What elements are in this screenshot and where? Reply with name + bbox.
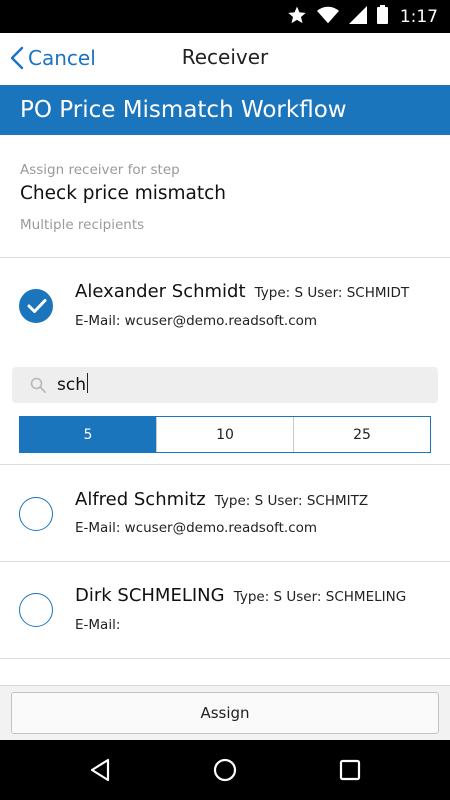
search-value: sch	[57, 375, 86, 395]
battery-icon	[376, 5, 388, 28]
search-value-wrap: sch	[57, 373, 89, 395]
multiple-recipients-label: Multiple recipients	[20, 217, 145, 233]
select-radio[interactable]	[19, 593, 53, 627]
status-time: 1:17	[399, 6, 438, 27]
assign-button[interactable]: Assign	[11, 692, 439, 734]
workflow-title: PO Price Mismatch Workflow	[0, 85, 450, 135]
user-meta: Type: S User: SCHMELING	[233, 589, 407, 605]
step-name: Check price mismatch	[20, 183, 227, 204]
assign-bar: Assign	[0, 685, 450, 740]
list-item[interactable]: Dirk SCHMELING Type: S User: SCHMELING E…	[0, 562, 450, 659]
wifi-icon	[316, 6, 339, 28]
user-email: E-Mail: wcuser@demo.readsoft.com	[75, 520, 318, 536]
user-email: E-Mail: wcuser@demo.readsoft.com	[75, 313, 318, 329]
selected-user-row[interactable]: Alexander Schmidt Type: S User: SCHMIDT …	[0, 259, 450, 359]
user-name-line: Alexander Schmidt Type: S User: SCHMIDT	[75, 281, 409, 302]
user-meta: Type: S User: SCHMITZ	[214, 493, 369, 509]
step-hint: Assign receiver for step	[20, 162, 180, 178]
user-meta: Type: S User: SCHMIDT	[254, 285, 410, 301]
user-name-line: Alfred Schmitz Type: S User: SCHMITZ	[75, 489, 368, 510]
cell-signal-icon	[348, 5, 367, 28]
text-caret	[86, 373, 89, 393]
user-name: Alfred Schmitz	[75, 489, 206, 510]
step-info: Assign receiver for step Check price mis…	[0, 135, 450, 258]
system-navigation-bar	[0, 740, 450, 800]
page-size-option-10[interactable]: 10	[156, 417, 293, 452]
status-icons: 1:17	[287, 0, 438, 33]
page-size-segmented-control: 5 10 25	[19, 416, 431, 453]
user-name: Dirk SCHMELING	[75, 585, 225, 606]
select-radio[interactable]	[19, 497, 53, 531]
page-size-option-5[interactable]: 5	[20, 417, 156, 452]
user-name-line: Dirk SCHMELING Type: S User: SCHMELING	[75, 585, 406, 606]
search-icon	[30, 377, 46, 393]
checkmark-icon	[27, 299, 47, 313]
selected-user-checkbox[interactable]	[19, 289, 53, 323]
page-size-option-25[interactable]: 25	[293, 417, 430, 452]
user-name: Alexander Schmidt	[75, 281, 246, 302]
nav-bar: Cancel Receiver	[0, 33, 450, 85]
user-email: E-Mail:	[75, 617, 121, 633]
list-item[interactable]: Alfred Schmitz Type: S User: SCHMITZ E-M…	[0, 465, 450, 562]
star-icon	[287, 5, 307, 29]
home-icon[interactable]	[211, 756, 239, 784]
page-title: Receiver	[181, 45, 269, 69]
search-input[interactable]: sch	[12, 367, 438, 403]
back-icon[interactable]	[86, 756, 114, 784]
recents-icon[interactable]	[336, 756, 364, 784]
status-bar: 1:17	[0, 0, 450, 33]
